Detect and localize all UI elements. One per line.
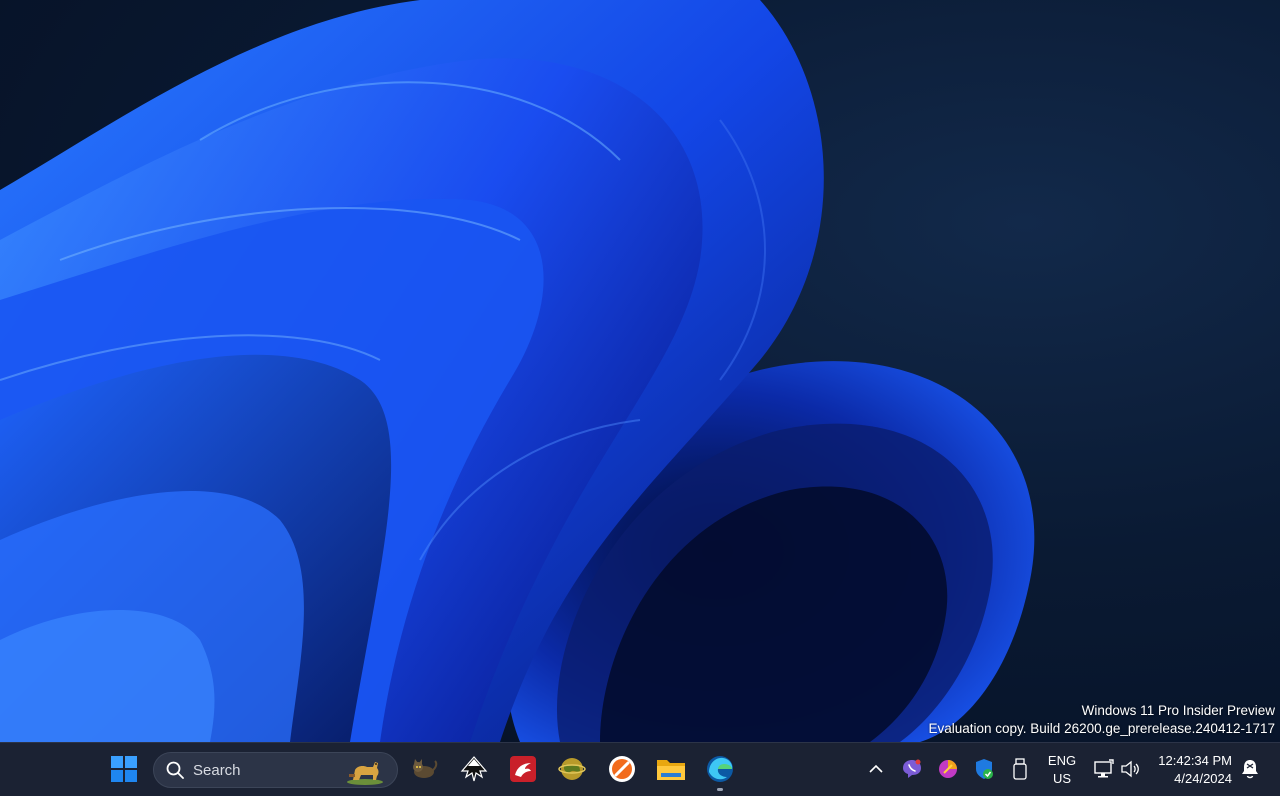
tray-app-viber[interactable]	[900, 757, 924, 781]
edge-running-indicator	[717, 788, 723, 791]
taskbar: Search ENG US 12:42:34 PM 4/24/2024	[0, 742, 1280, 796]
chevron-up-icon	[869, 764, 883, 773]
clock-time: 12:42:34 PM	[1158, 753, 1232, 768]
clock-date: 4/24/2024	[1174, 771, 1232, 786]
desktop[interactable]: Windows 11 Pro Insider Preview Evaluatio…	[0, 0, 1280, 742]
taskbar-app-globe[interactable]	[552, 749, 592, 789]
viber-icon	[903, 759, 921, 778]
keyboard-layout: US	[1052, 771, 1072, 786]
search-label: Search	[193, 761, 241, 779]
taskbar-app-edge[interactable]	[700, 749, 740, 789]
orange-circle-app-icon	[609, 756, 635, 782]
taskbar-app-orange[interactable]	[602, 749, 642, 789]
taskbar-app-dragon[interactable]	[503, 749, 543, 789]
taskbar-app-inkscape[interactable]	[454, 749, 494, 789]
tray-windows-security[interactable]	[972, 757, 996, 781]
network-ethernet-icon	[1094, 759, 1114, 778]
shield-icon	[976, 759, 993, 779]
show-hidden-icons-button[interactable]	[864, 757, 888, 781]
colorful-app-icon	[939, 760, 957, 778]
insider-watermark: Windows 11 Pro Insider Preview Evaluatio…	[928, 702, 1275, 738]
tray-usb-device[interactable]	[1008, 757, 1032, 781]
watermark-edition: Windows 11 Pro Insider Preview	[1081, 703, 1275, 718]
taskbar-clock[interactable]: 12:42:34 PM 4/24/2024	[1148, 752, 1232, 788]
watermark-build: Evaluation copy. Build 26200.ge_prerelea…	[928, 721, 1275, 736]
bell-notification-icon	[1242, 760, 1258, 779]
wallpaper-bloom	[0, 0, 1035, 742]
edge-browser-icon	[707, 756, 733, 782]
search-highlight-dog-icon	[347, 762, 383, 785]
cat-app-icon	[413, 759, 438, 778]
file-explorer-icon	[657, 760, 685, 780]
search-icon	[166, 761, 184, 779]
language-code: ENG	[1047, 753, 1077, 768]
tray-app-colorful[interactable]	[936, 757, 960, 781]
taskbar-search[interactable]: Search	[153, 752, 398, 788]
tray-network[interactable]	[1092, 757, 1116, 781]
windows-logo-icon	[111, 756, 137, 782]
inkscape-icon	[460, 756, 488, 782]
dragon-app-icon	[510, 756, 536, 782]
usb-drive-icon	[1013, 758, 1027, 780]
notification-center-button[interactable]	[1238, 757, 1262, 781]
speaker-icon	[1121, 760, 1139, 778]
tray-volume[interactable]	[1118, 757, 1142, 781]
taskbar-app-file-explorer[interactable]	[651, 749, 691, 789]
start-button[interactable]	[104, 749, 144, 789]
input-language-indicator[interactable]: ENG US	[1042, 752, 1082, 788]
globe-app-icon	[558, 758, 586, 780]
taskbar-app-cat[interactable]	[404, 749, 444, 789]
